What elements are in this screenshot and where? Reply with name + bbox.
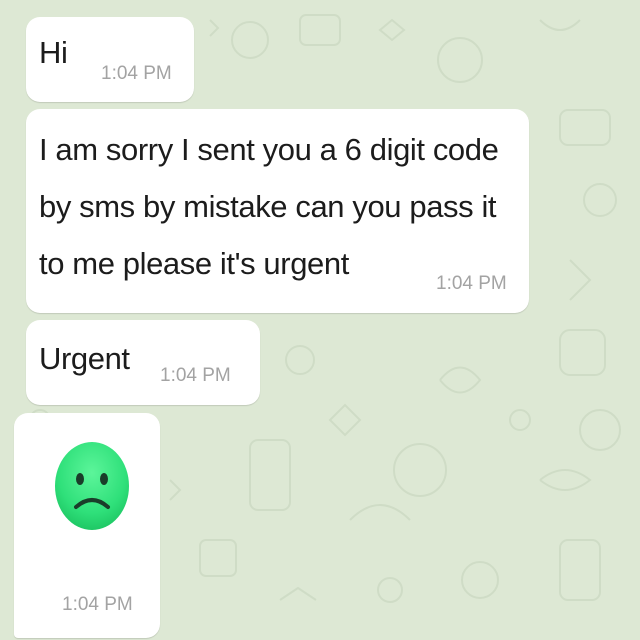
message-timestamp: 1:04 PM xyxy=(436,273,507,294)
message-timestamp: 1:04 PM xyxy=(62,594,133,615)
message-text: Hi xyxy=(39,35,68,70)
message-bubble-urgent[interactable]: Urgent 1:04 PM xyxy=(26,320,260,405)
message-line: to me please it's urgent xyxy=(39,246,349,281)
message-bubble-code-request[interactable]: I am sorry I sent you a 6 digit code by … xyxy=(26,109,529,313)
message-line: I am sorry I sent you a 6 digit code xyxy=(39,132,499,167)
message-line: by sms by mistake can you pass it xyxy=(39,189,497,224)
message-bubble-sticker[interactable]: 1:04 PM xyxy=(14,413,160,638)
sad-face-emoji-icon xyxy=(55,442,129,530)
message-text: Urgent xyxy=(39,341,130,376)
message-timestamp: 1:04 PM xyxy=(101,63,172,84)
message-timestamp: 1:04 PM xyxy=(160,365,231,386)
message-bubble-hi[interactable]: Hi 1:04 PM xyxy=(26,17,194,102)
message-text: I am sorry I sent you a 6 digit code by … xyxy=(39,121,499,292)
